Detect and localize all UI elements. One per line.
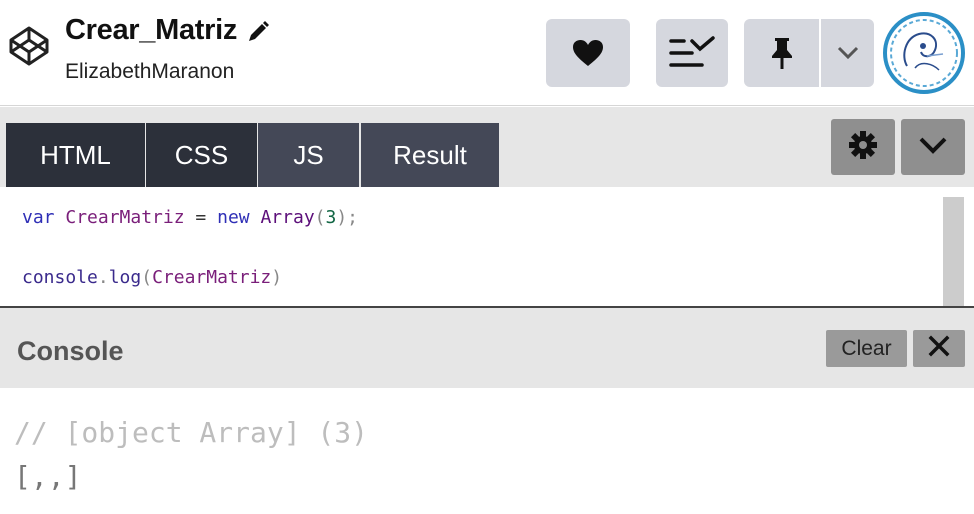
- clear-console-button[interactable]: Clear: [826, 330, 907, 367]
- console-output: // [object Array] (3) [,,]: [0, 388, 974, 514]
- code-identifier: CrearMatriz: [65, 207, 185, 228]
- editor-tab-bar: HTML CSS JS Result: [0, 107, 974, 187]
- code-class: Array: [260, 207, 315, 228]
- codepen-logo-icon[interactable]: [8, 25, 50, 67]
- code-identifier: CrearMatriz: [152, 267, 272, 288]
- code-line: var CrearMatriz = new Array(3);: [22, 207, 358, 228]
- add-to-collection-icon: [668, 36, 716, 70]
- tab-css[interactable]: CSS: [146, 123, 257, 187]
- pin-button-group: [744, 19, 874, 87]
- add-to-collection-button[interactable]: [656, 19, 728, 87]
- chevron-down-icon: [918, 136, 948, 159]
- code-keyword: new: [217, 207, 250, 228]
- console-header: Console Clear: [0, 306, 974, 388]
- code-operator: =: [195, 207, 207, 228]
- pen-title: Crear_Matriz: [65, 14, 238, 46]
- editor-scrollbar[interactable]: [943, 197, 964, 306]
- code-object: console: [22, 267, 98, 288]
- console-output-value: [,,]: [14, 460, 82, 493]
- user-avatar[interactable]: [883, 12, 965, 94]
- author-name[interactable]: ElizabethMaranon: [65, 60, 234, 84]
- tab-result[interactable]: Result: [361, 123, 499, 187]
- chevron-down-icon: [837, 46, 859, 60]
- love-button[interactable]: [546, 19, 630, 87]
- tab-html[interactable]: HTML: [6, 123, 145, 187]
- code-dot: .: [97, 267, 109, 288]
- code-paren: );: [336, 207, 359, 228]
- code-paren: ): [271, 267, 283, 288]
- code-number: 3: [325, 207, 337, 228]
- console-title: Console: [17, 336, 124, 366]
- pencil-icon[interactable]: [246, 20, 270, 44]
- pen-header: Crear_Matriz ElizabethMaranon: [0, 0, 974, 106]
- editor-collapse-button[interactable]: [901, 119, 965, 175]
- js-code-editor[interactable]: var CrearMatriz = new Array(3); console.…: [0, 187, 974, 306]
- code-paren: (: [141, 267, 153, 288]
- code-line: console.log(CrearMatriz): [22, 267, 282, 288]
- pin-button[interactable]: [744, 19, 821, 87]
- code-paren: (: [314, 207, 326, 228]
- gear-icon: [848, 130, 878, 165]
- close-icon: [928, 335, 950, 362]
- close-console-button[interactable]: [913, 330, 965, 367]
- pin-icon: [769, 36, 795, 70]
- console-output-comment: // [object Array] (3): [14, 416, 369, 449]
- tab-js[interactable]: JS: [258, 123, 359, 187]
- editor-settings-button[interactable]: [831, 119, 895, 175]
- code-method: log: [108, 267, 142, 288]
- heart-icon: [572, 39, 604, 67]
- pin-menu-button[interactable]: [821, 19, 874, 87]
- code-keyword: var: [22, 207, 55, 228]
